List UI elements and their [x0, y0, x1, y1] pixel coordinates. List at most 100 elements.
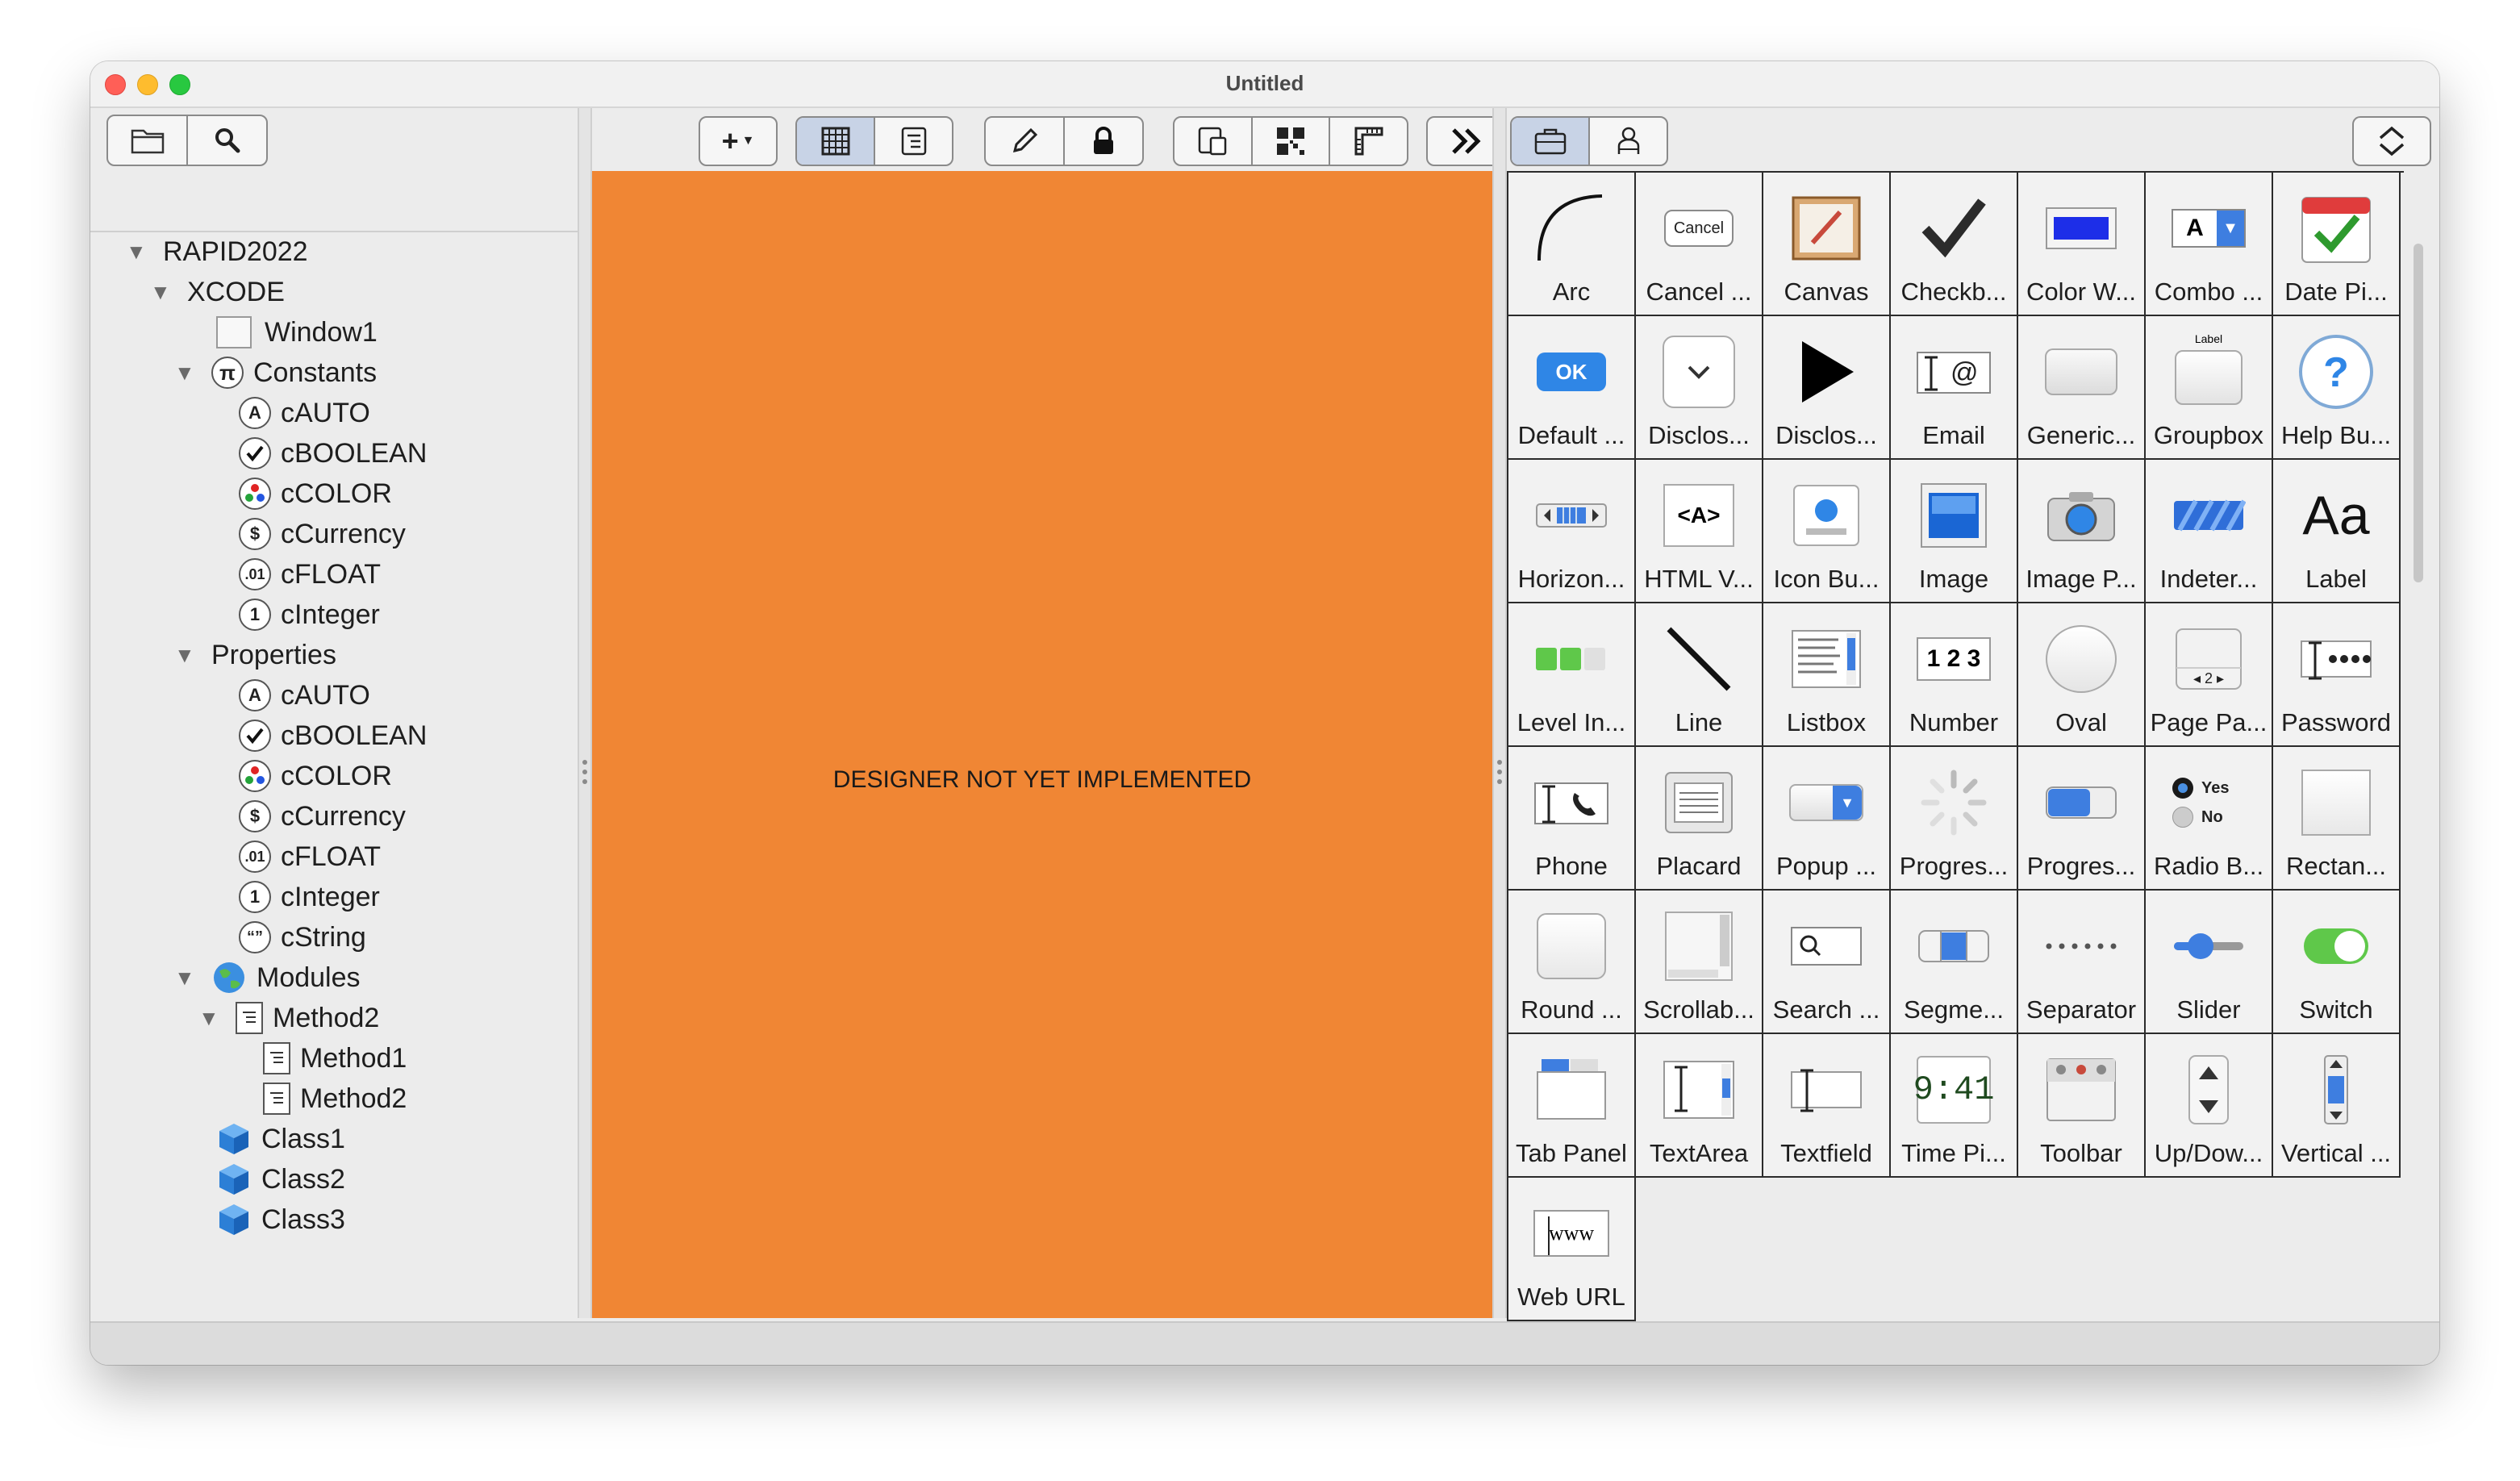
library-item-email[interactable]: @ Email	[1891, 316, 2018, 460]
folder-button[interactable]	[108, 116, 186, 165]
library-item-phone[interactable]: Phone	[1508, 747, 1636, 891]
library-item-line[interactable]: Line	[1636, 603, 1763, 747]
library-scroll-thumb[interactable]	[2414, 244, 2423, 582]
search-button[interactable]	[186, 116, 266, 165]
edit-button[interactable]	[986, 118, 1063, 165]
tree-item-class[interactable]: Class3	[216, 1200, 345, 1239]
tree-item-constant[interactable]: 1 cInteger	[239, 595, 380, 634]
tree-group-modules[interactable]: ▼ Modules	[174, 958, 361, 997]
library-scrollbar[interactable]	[2414, 176, 2423, 1313]
library-item-toolbar[interactable]: Toolbar	[2018, 1034, 2146, 1178]
tree-group-constants[interactable]: ▼ π Constants	[174, 353, 377, 392]
library-item-icon-button[interactable]: Icon Bu...	[1763, 460, 1891, 603]
tree-item-method[interactable]: Method1	[263, 1039, 407, 1078]
tree-item-constant[interactable]: A cAUTO	[239, 394, 370, 432]
library-item-horizontal-scrollbar[interactable]: Horizon...	[1508, 460, 1636, 603]
tree-item-method[interactable]: Method2	[263, 1079, 407, 1118]
disclosure-down-icon[interactable]: ▼	[174, 361, 197, 386]
tree-item-property[interactable]: A cAUTO	[239, 676, 370, 715]
tree-item-constant[interactable]: .01 cFLOAT	[239, 555, 381, 594]
library-item-image[interactable]: Image	[1891, 460, 2018, 603]
tree-item-property[interactable]: “” cString	[239, 918, 366, 957]
tree-item-method-parent[interactable]: ▼ Method2	[198, 999, 379, 1037]
library-item-textfield[interactable]: Textfield	[1763, 1034, 1891, 1178]
lock-button[interactable]	[1063, 118, 1142, 165]
library-item-separator[interactable]: Separator	[2018, 891, 2146, 1034]
library-item-web-url[interactable]: www Web URL	[1508, 1178, 1636, 1321]
add-menu-button[interactable]: + ▼	[699, 116, 778, 166]
tree-item-class[interactable]: Class1	[216, 1120, 345, 1158]
tree-item-property[interactable]: 1 cInteger	[239, 878, 380, 916]
tree-item-class[interactable]: Class2	[216, 1160, 345, 1199]
library-item-slider[interactable]: Slider	[2146, 891, 2273, 1034]
library-item-placard[interactable]: Placard	[1636, 747, 1763, 891]
library-item-html-viewer[interactable]: <A> HTML V...	[1636, 460, 1763, 603]
library-item-switch[interactable]: Switch	[2273, 891, 2401, 1034]
library-item-color-well[interactable]: Color W...	[2018, 173, 2146, 316]
library-item-search-field[interactable]: Search ...	[1763, 891, 1891, 1034]
tree-item-property[interactable]: cCOLOR	[239, 757, 392, 795]
library-item-level-indicator[interactable]: Level In...	[1508, 603, 1636, 747]
library-item-canvas[interactable]: Canvas	[1763, 173, 1891, 316]
library-item-date-picker[interactable]: Date Pi...	[2273, 173, 2401, 316]
disclosure-down-icon[interactable]: ▼	[150, 280, 173, 305]
library-item-label-control[interactable]: Aa Label	[2273, 460, 2401, 603]
library-item-disclosure-button[interactable]: Disclos...	[1636, 316, 1763, 460]
disclosure-down-icon[interactable]: ▼	[126, 240, 148, 265]
grid-view-button[interactable]	[797, 118, 874, 165]
disclosure-down-icon[interactable]: ▼	[174, 966, 197, 991]
library-item-radio-button[interactable]: Yes No Radio B...	[2146, 747, 2273, 891]
library-item-rectangle[interactable]: Rectan...	[2273, 747, 2401, 891]
tree-group-properties[interactable]: ▼ Properties	[174, 636, 336, 674]
library-item-oval[interactable]: Oval	[2018, 603, 2146, 747]
library-item-indeterminate-progress[interactable]: Indeter...	[2146, 460, 2273, 603]
tab-agents[interactable]	[1588, 118, 1667, 165]
library-item-popup-menu[interactable]: ▼ Popup ...	[1763, 747, 1891, 891]
tree-item-property[interactable]: $ cCurrency	[239, 797, 406, 836]
library-item-up-down-arrows[interactable]: Up/Dow...	[2146, 1034, 2273, 1178]
library-item-combobox[interactable]: A ▼ Combo ...	[2146, 173, 2273, 316]
designer-canvas[interactable]: DESIGNER NOT YET IMPLEMENTED	[592, 171, 1492, 1318]
library-item-image-picker[interactable]: Image P...	[2018, 460, 2146, 603]
library-item-tab-panel[interactable]: Tab Panel	[1508, 1034, 1636, 1178]
library-item-textarea[interactable]: TextArea	[1636, 1034, 1763, 1178]
library-item-arc[interactable]: Arc	[1508, 173, 1636, 316]
tree-item-window1[interactable]: Window1	[216, 313, 378, 352]
code-view-button[interactable]	[874, 118, 952, 165]
library-item-scrollable-area[interactable]: Scrollab...	[1636, 891, 1763, 1034]
qr-button[interactable]	[1250, 118, 1329, 165]
library-item-generic-button[interactable]: Generic...	[2018, 316, 2146, 460]
library-item-segmented-control[interactable]: Segme...	[1891, 891, 2018, 1034]
library-item-cancel[interactable]: Cancel Cancel ...	[1636, 173, 1763, 316]
lock-icon	[1094, 127, 1113, 154]
library-item-vertical-scrollbar[interactable]: Vertical ...	[2273, 1034, 2401, 1178]
library-item-page-panel[interactable]: ◂ 2 ▸ Page Pa...	[2146, 603, 2273, 747]
ruler-button[interactable]	[1329, 118, 1407, 165]
library-item-disclosure-triangle[interactable]: Disclos...	[1763, 316, 1891, 460]
tree-item-constant[interactable]: cCOLOR	[239, 474, 392, 513]
library-item-default-button[interactable]: OK Default ...	[1508, 316, 1636, 460]
tree-item-property[interactable]: cBOOLEAN	[239, 716, 427, 755]
library-item-round-rectangle[interactable]: Round ...	[1508, 891, 1636, 1034]
library-item-progress-bar[interactable]: Progres...	[2018, 747, 2146, 891]
tree-project[interactable]: ▼ XCODE	[150, 273, 285, 311]
tree-item-constant[interactable]: $ cCurrency	[239, 515, 406, 553]
tree-item-property[interactable]: .01 cFLOAT	[239, 837, 381, 876]
tree-root[interactable]: ▼ RAPID2022	[126, 232, 308, 271]
sort-toggle-button[interactable]	[2352, 116, 2431, 166]
tree-item-constant[interactable]: cBOOLEAN	[239, 434, 427, 473]
tab-controls[interactable]	[1512, 118, 1588, 165]
disclosure-down-icon[interactable]: ▼	[174, 643, 197, 668]
library-item-number[interactable]: 1 2 3 Number	[1891, 603, 2018, 747]
library-item-checkbox[interactable]: Checkb...	[1891, 173, 2018, 316]
left-splitter[interactable]	[578, 108, 592, 1318]
library-item-progress-spinner[interactable]: Progres...	[1891, 747, 2018, 891]
library-item-help-button[interactable]: ? Help Bu...	[2273, 316, 2401, 460]
library-item-listbox[interactable]: Listbox	[1763, 603, 1891, 747]
disclosure-down-icon[interactable]: ▼	[198, 1006, 221, 1031]
right-splitter[interactable]	[1492, 108, 1507, 1318]
library-item-password[interactable]: Password	[2273, 603, 2401, 747]
library-item-time-picker[interactable]: 9:41 Time Pi...	[1891, 1034, 2018, 1178]
library-item-groupbox[interactable]: Label Groupbox	[2146, 316, 2273, 460]
window-preview-button[interactable]	[1174, 118, 1251, 165]
